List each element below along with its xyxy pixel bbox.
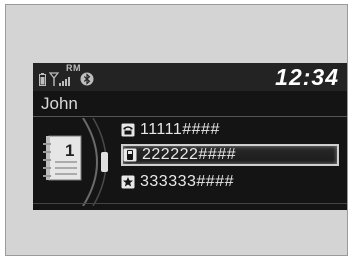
contact-name: John	[41, 94, 78, 113]
status-bar: RM 12:34	[33, 63, 347, 91]
signal-icon	[49, 72, 70, 86]
phonebook-index: 1	[65, 141, 74, 160]
number-row-mobile[interactable]: 222222####	[121, 144, 339, 166]
phonebook-icon: 1	[43, 135, 82, 181]
footer-divider	[33, 203, 347, 204]
number-value: 11111####	[140, 121, 220, 138]
number-value: 333333####	[140, 173, 234, 190]
star-icon	[121, 175, 135, 189]
phone-battery-icon	[39, 73, 46, 86]
selector-arc	[82, 118, 108, 206]
roaming-indicator: RM	[66, 63, 81, 73]
hfl-phone-screen: RM 12:34 John 1 11111#### 222222#### 333…	[33, 63, 347, 210]
clock: 12:34	[275, 64, 339, 90]
home-phone-icon	[121, 123, 135, 137]
header-divider	[33, 116, 347, 117]
bluetooth-icon	[80, 72, 94, 86]
number-row-home[interactable]: 11111####	[121, 119, 339, 141]
figure-frame: RM 12:34 John 1 11111#### 222222#### 333…	[5, 4, 348, 256]
mobile-phone-icon	[123, 148, 137, 162]
number-row-favorite[interactable]: 333333####	[121, 171, 339, 193]
number-value: 222222####	[142, 146, 236, 163]
